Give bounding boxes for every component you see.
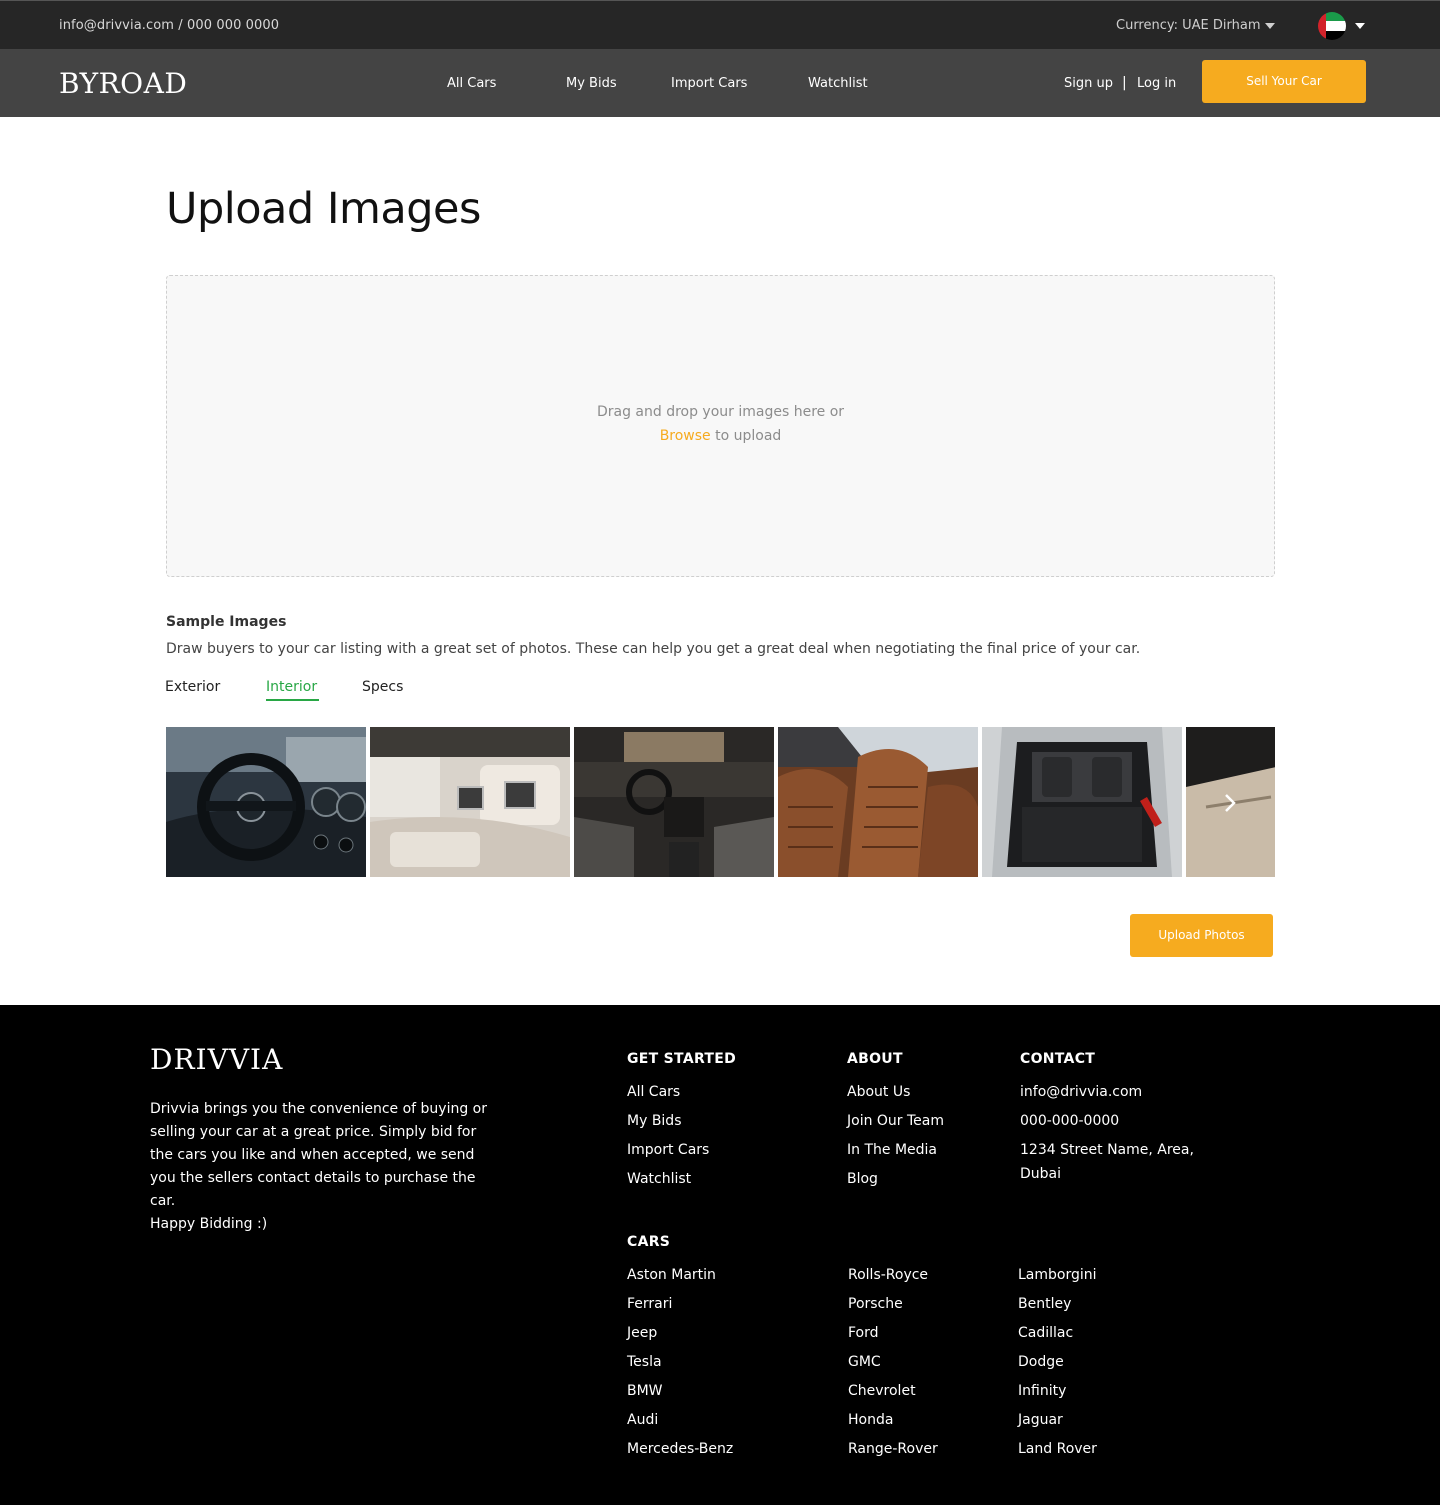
footer-contact-phone[interactable]: 000-000-0000 bbox=[1020, 1109, 1220, 1133]
footer-car-link[interactable]: GMC bbox=[848, 1352, 938, 1381]
footer-car-link[interactable]: Lamborgini bbox=[1018, 1265, 1097, 1294]
auth-separator: | bbox=[1122, 75, 1127, 91]
currency-selector[interactable]: Currency: UAE Dirham bbox=[1116, 18, 1261, 33]
footer-happy-bidding: Happy Bidding :) bbox=[150, 1216, 268, 1232]
caret-down-icon[interactable] bbox=[1265, 23, 1275, 29]
tab-exterior[interactable]: Exterior bbox=[165, 679, 220, 695]
footer-contact-email[interactable]: info@drivvia.com bbox=[1020, 1080, 1220, 1104]
rear-seats-photo[interactable] bbox=[370, 727, 570, 877]
topbar-contact: info@drivvia.com / 000 000 0000 bbox=[59, 18, 280, 33]
page-title: Upload Images bbox=[166, 184, 481, 234]
footer-car-link[interactable]: Chevrolet bbox=[848, 1381, 938, 1410]
dropzone-browse-line: Browse to upload bbox=[167, 428, 1274, 444]
footer-heading-about: ABOUT bbox=[847, 1051, 903, 1067]
footer-contact-list: info@drivvia.com 000-000-0000 1234 Stree… bbox=[1020, 1080, 1220, 1191]
footer-car-link[interactable]: Aston Martin bbox=[627, 1265, 733, 1294]
footer-car-link[interactable]: Audi bbox=[627, 1410, 733, 1439]
steering-wheel-photo[interactable] bbox=[166, 727, 366, 877]
tab-specs[interactable]: Specs bbox=[362, 679, 403, 695]
footer-car-link[interactable]: Land Rover bbox=[1018, 1439, 1097, 1468]
footer-car-link[interactable]: Honda bbox=[848, 1410, 938, 1439]
footer-link-import-cars[interactable]: Import Cars bbox=[627, 1140, 709, 1169]
byroad-logo[interactable]: BYROAD bbox=[59, 67, 187, 100]
footer-car-link[interactable]: Dodge bbox=[1018, 1352, 1097, 1381]
sell-your-car-button[interactable]: Sell Your Car bbox=[1202, 60, 1366, 103]
footer-car-link[interactable]: Mercedes-Benz bbox=[627, 1439, 733, 1468]
footer-link-about-us[interactable]: About Us bbox=[847, 1082, 944, 1111]
nav-watchlist[interactable]: Watchlist bbox=[808, 76, 868, 91]
footer-car-link[interactable]: Jaguar bbox=[1018, 1410, 1097, 1439]
footer-cars-col1: Aston Martin Ferrari Jeep Tesla BMW Audi… bbox=[627, 1265, 733, 1468]
dropzone-upload-text: to upload bbox=[710, 428, 782, 444]
footer-car-link[interactable]: Bentley bbox=[1018, 1294, 1097, 1323]
footer: DRIVVIA Drivvia brings you the convenien… bbox=[0, 1005, 1440, 1505]
footer-get-started-list: All Cars My Bids Import Cars Watchlist bbox=[627, 1082, 709, 1198]
upload-photos-button[interactable]: Upload Photos bbox=[1130, 914, 1273, 957]
footer-link-join-team[interactable]: Join Our Team bbox=[847, 1111, 944, 1140]
footer-car-link[interactable]: Range-Rover bbox=[848, 1439, 938, 1468]
main-nav: BYROAD All Cars My Bids Import Cars Watc… bbox=[0, 49, 1440, 117]
footer-about-list: About Us Join Our Team In The Media Blog bbox=[847, 1082, 944, 1198]
signup-link[interactable]: Sign up bbox=[1064, 76, 1113, 91]
dashboard-photo[interactable] bbox=[574, 727, 774, 877]
footer-car-link[interactable]: Rolls-Royce bbox=[848, 1265, 938, 1294]
footer-heading-contact: CONTACT bbox=[1020, 1051, 1096, 1067]
sample-images-description: Draw buyers to your car listing with a g… bbox=[166, 641, 1141, 657]
footer-car-link[interactable]: Tesla bbox=[627, 1352, 733, 1381]
footer-link-blog[interactable]: Blog bbox=[847, 1169, 944, 1198]
footer-car-link[interactable]: Porsche bbox=[848, 1294, 938, 1323]
footer-heading-get-started: GET STARTED bbox=[627, 1051, 737, 1067]
footer-car-link[interactable]: Jeep bbox=[627, 1323, 733, 1352]
footer-link-media[interactable]: In The Media bbox=[847, 1140, 944, 1169]
footer-contact-address: 1234 Street Name, Area, Dubai bbox=[1020, 1142, 1194, 1182]
sample-gallery bbox=[166, 727, 1275, 877]
nav-my-bids[interactable]: My Bids bbox=[566, 76, 617, 91]
footer-car-link[interactable]: Cadillac bbox=[1018, 1323, 1097, 1352]
nav-all-cars[interactable]: All Cars bbox=[447, 76, 496, 91]
footer-cars-col3: Lamborgini Bentley Cadillac Dodge Infini… bbox=[1018, 1265, 1097, 1468]
footer-link-my-bids[interactable]: My Bids bbox=[627, 1111, 709, 1140]
trunk-photo[interactable] bbox=[982, 727, 1182, 877]
drivvia-logo[interactable]: DRIVVIA bbox=[150, 1043, 283, 1076]
footer-car-link[interactable]: Infinity bbox=[1018, 1381, 1097, 1410]
leather-seats-photo[interactable] bbox=[778, 727, 978, 877]
uae-flag-icon[interactable] bbox=[1318, 12, 1346, 40]
footer-car-link[interactable]: Ford bbox=[848, 1323, 938, 1352]
footer-car-link[interactable]: Ferrari bbox=[627, 1294, 733, 1323]
login-link[interactable]: Log in bbox=[1137, 76, 1176, 91]
top-bar: info@drivvia.com / 000 000 0000 Currency… bbox=[0, 0, 1440, 49]
nav-import-cars[interactable]: Import Cars bbox=[671, 76, 747, 91]
footer-car-link[interactable]: BMW bbox=[627, 1381, 733, 1410]
footer-heading-cars: CARS bbox=[627, 1234, 671, 1250]
active-tab-indicator bbox=[266, 699, 319, 701]
footer-cars-col2: Rolls-Royce Porsche Ford GMC Chevrolet H… bbox=[848, 1265, 938, 1468]
chevron-right-icon[interactable] bbox=[1222, 793, 1238, 813]
sample-images-title: Sample Images bbox=[166, 614, 287, 630]
tab-interior[interactable]: Interior bbox=[266, 679, 317, 695]
footer-link-watchlist[interactable]: Watchlist bbox=[627, 1169, 709, 1198]
browse-link[interactable]: Browse bbox=[660, 428, 711, 444]
footer-link-all-cars[interactable]: All Cars bbox=[627, 1082, 709, 1111]
image-dropzone[interactable]: Drag and drop your images here or Browse… bbox=[166, 275, 1275, 577]
footer-about-text: Drivvia brings you the convenience of bu… bbox=[150, 1101, 488, 1209]
dropzone-instruction: Drag and drop your images here or bbox=[596, 404, 845, 420]
caret-down-icon[interactable] bbox=[1355, 23, 1365, 29]
